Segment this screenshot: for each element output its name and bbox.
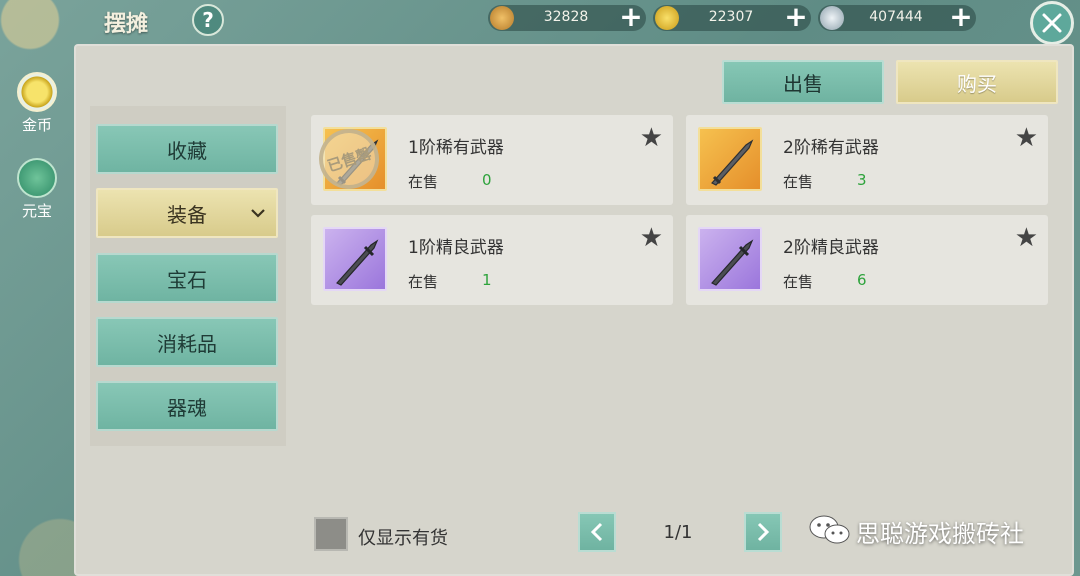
only-in-stock-checkbox[interactable] — [314, 517, 348, 551]
add-currency-button[interactable]: + — [948, 3, 974, 31]
page-indicator: 1/1 — [663, 522, 693, 543]
top-bar: 摆摊 ? 32828 + 22307 + 407444 + — [0, 0, 1080, 45]
item-name: 2阶精良武器 — [783, 238, 879, 258]
item-card[interactable]: 1阶精良武器 在售 1 ★ — [311, 215, 673, 305]
yuanbao-icon — [17, 158, 57, 198]
item-name: 1阶稀有武器 — [408, 138, 504, 158]
category-label: 收藏 — [167, 138, 207, 163]
currency-silver: 407444 + — [818, 3, 976, 31]
item-card[interactable]: 2阶稀有武器 在售 3 ★ — [686, 115, 1048, 205]
on-sale-count: 6 — [857, 271, 867, 289]
chevron-down-icon — [250, 204, 266, 223]
side-tab-label: 元宝 — [21, 202, 52, 220]
item-name: 1阶精良武器 — [408, 238, 504, 258]
on-sale-label: 在售 — [408, 173, 439, 191]
currency-value: 407444 — [869, 9, 923, 25]
close-button[interactable] — [1030, 1, 1074, 45]
currency-value: 22307 — [708, 9, 754, 25]
currency-copper: 32828 + — [488, 3, 646, 31]
sell-button[interactable]: 出售 — [722, 60, 884, 104]
page-title: 摆摊 — [104, 12, 149, 37]
sword-icon — [711, 239, 754, 286]
favorite-star-icon[interactable]: ★ — [640, 123, 663, 153]
chevron-right-icon — [757, 522, 770, 542]
category-weapon-souls[interactable]: 器魂 — [96, 381, 278, 431]
copper-coin-icon — [490, 6, 514, 30]
category-label: 宝石 — [167, 267, 207, 292]
buy-button[interactable]: 购买 — [896, 60, 1058, 104]
item-name: 2阶稀有武器 — [783, 138, 879, 158]
side-tab-gold[interactable]: 金币 — [0, 72, 74, 135]
on-sale-count: 1 — [482, 271, 492, 289]
wechat-icon — [809, 515, 850, 544]
on-sale-count: 0 — [482, 171, 492, 189]
close-icon — [1042, 13, 1062, 33]
favorite-star-icon[interactable]: ★ — [1015, 123, 1038, 153]
gold-ingot-icon — [655, 6, 679, 30]
help-button[interactable]: ? — [192, 4, 224, 36]
category-gems[interactable]: 宝石 — [96, 253, 278, 303]
on-sale-count: 3 — [857, 171, 867, 189]
silver-ingot-icon — [820, 6, 844, 30]
on-sale-label: 在售 — [783, 273, 814, 291]
item-card[interactable]: 2阶精良武器 在售 6 ★ — [686, 215, 1048, 305]
item-thumbnail — [698, 127, 762, 191]
category-favorites[interactable]: 收藏 — [96, 124, 278, 174]
watermark-text: 思聪游戏搬砖社 — [856, 520, 1024, 548]
side-tab-label: 金币 — [21, 116, 52, 134]
sword-icon — [711, 139, 754, 186]
category-consumables[interactable]: 消耗品 — [96, 317, 278, 367]
category-label: 器魂 — [167, 395, 207, 420]
add-currency-button[interactable]: + — [783, 3, 809, 31]
item-card[interactable]: 已售罄 1阶稀有武器 在售 0 ★ — [311, 115, 673, 205]
gold-coin-icon — [17, 72, 57, 112]
on-sale-label: 在售 — [408, 273, 439, 291]
currency-gold: 22307 + — [653, 3, 811, 31]
category-label: 装备 — [167, 202, 207, 227]
prev-page-button[interactable] — [578, 512, 616, 552]
add-currency-button[interactable]: + — [618, 3, 644, 31]
side-tab-yuanbao[interactable]: 元宝 — [0, 158, 74, 221]
favorite-star-icon[interactable]: ★ — [1015, 223, 1038, 253]
category-label: 消耗品 — [157, 331, 217, 356]
next-page-button[interactable] — [744, 512, 782, 552]
watermark: 思聪游戏搬砖社 — [808, 512, 1078, 548]
category-equipment[interactable]: 装备 — [96, 188, 278, 238]
item-thumbnail — [698, 227, 762, 291]
item-thumbnail — [323, 227, 387, 291]
on-sale-label: 在售 — [783, 173, 814, 191]
only-in-stock-label: 仅显示有货 — [358, 528, 448, 549]
chevron-left-icon — [590, 522, 603, 542]
favorite-star-icon[interactable]: ★ — [640, 223, 663, 253]
currency-value: 32828 — [543, 9, 589, 25]
sword-icon — [336, 239, 379, 286]
